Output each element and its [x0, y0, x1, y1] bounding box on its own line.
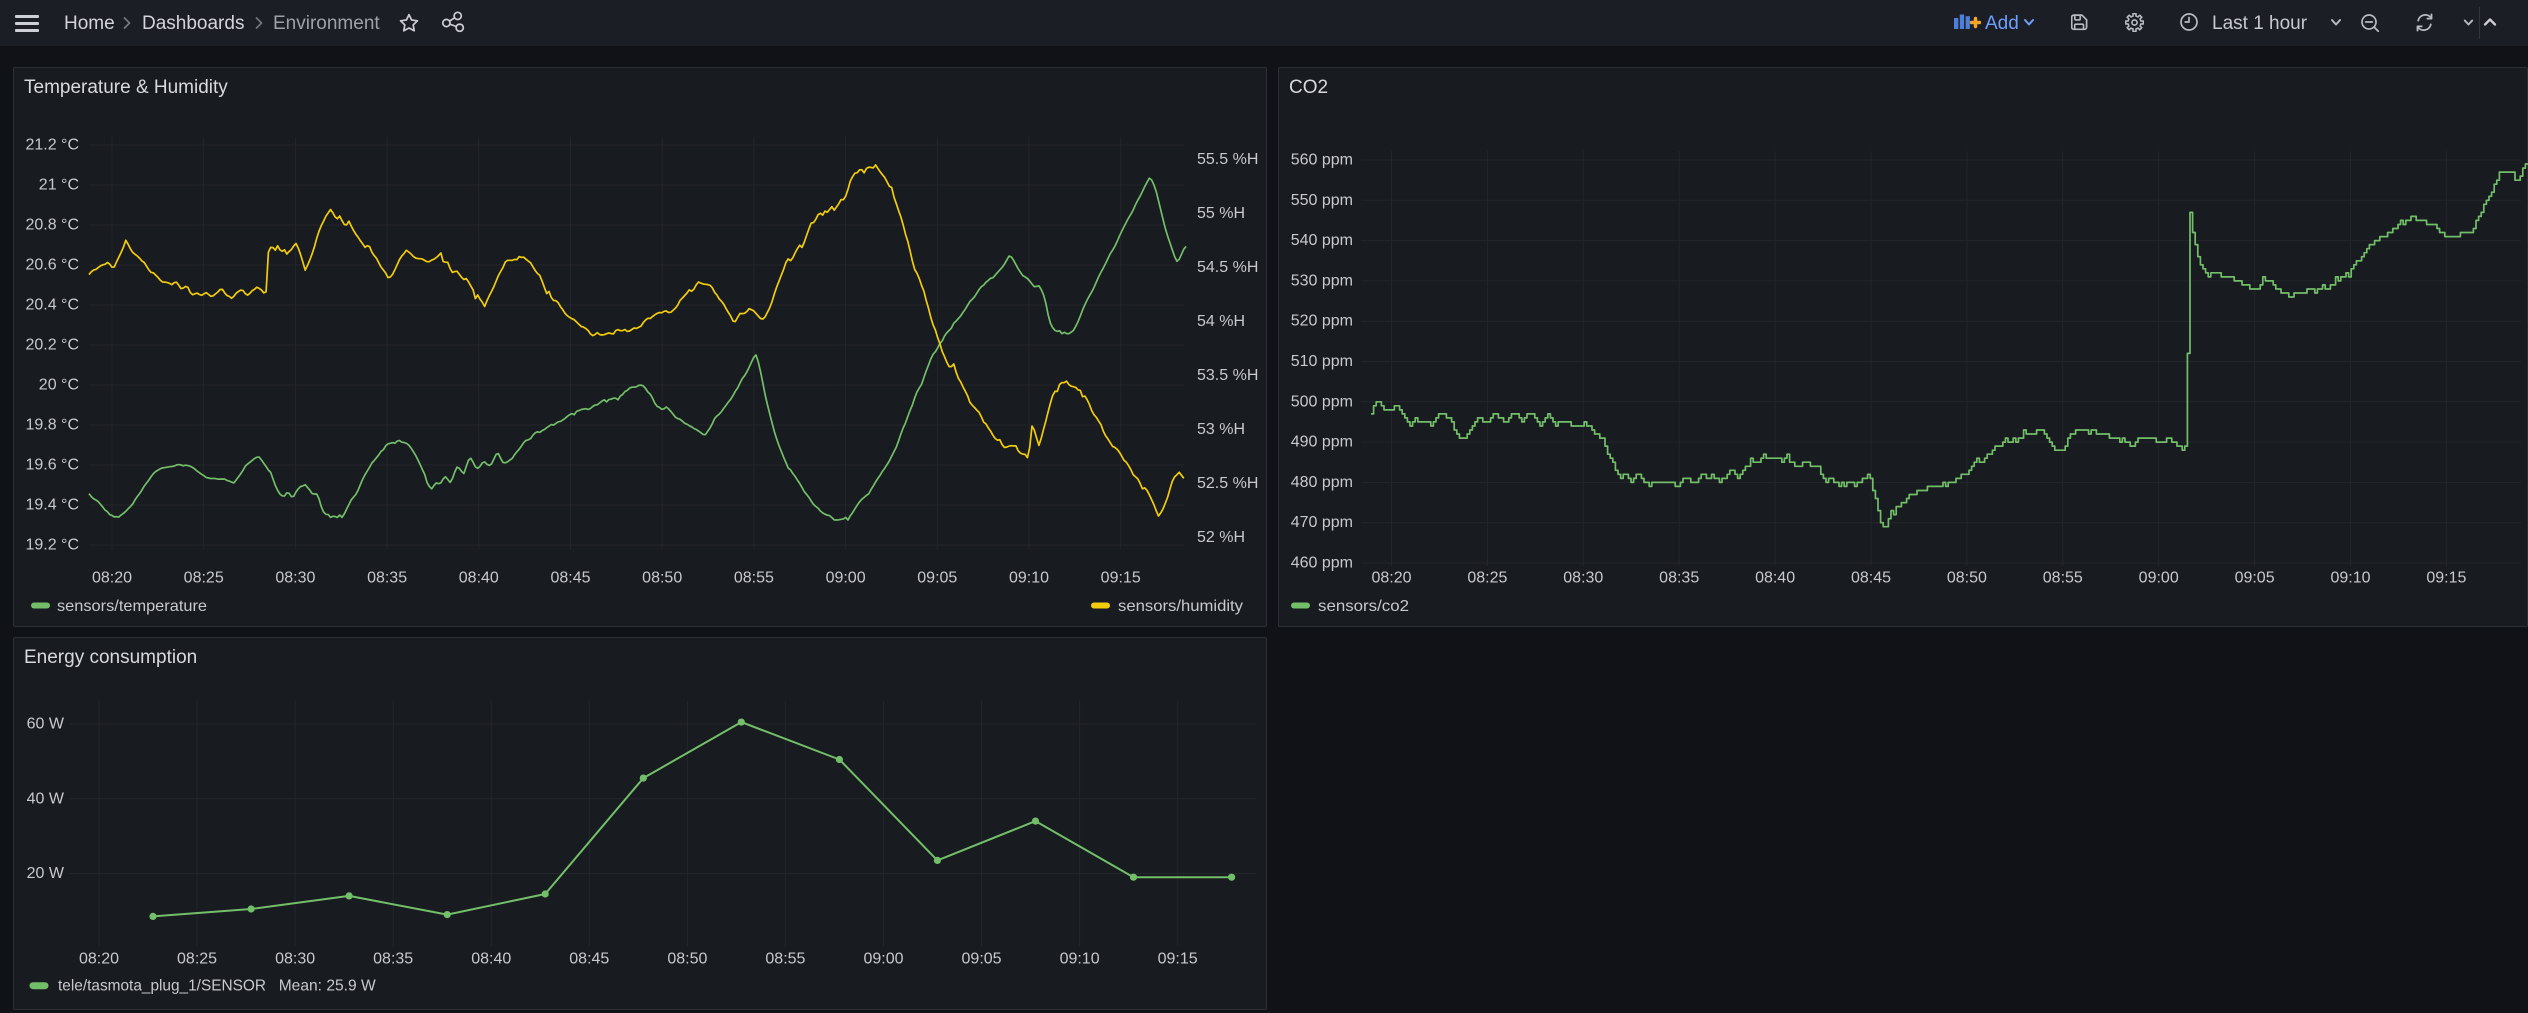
- svg-text:480 ppm: 480 ppm: [1291, 474, 1353, 491]
- svg-text:460 ppm: 460 ppm: [1291, 555, 1353, 572]
- svg-text:20.6 °C: 20.6 °C: [25, 257, 79, 274]
- svg-text:510 ppm: 510 ppm: [1291, 353, 1353, 370]
- svg-text:09:00: 09:00: [2139, 570, 2179, 587]
- svg-text:08:35: 08:35: [367, 570, 407, 587]
- svg-text:09:05: 09:05: [2235, 570, 2275, 587]
- svg-text:08:45: 08:45: [569, 951, 609, 968]
- svg-text:09:15: 09:15: [1101, 570, 1141, 587]
- svg-text:20.4 °C: 20.4 °C: [25, 297, 79, 314]
- svg-text:08:25: 08:25: [184, 570, 224, 587]
- svg-text:52.5 %H: 52.5 %H: [1197, 475, 1258, 492]
- svg-text:09:05: 09:05: [917, 570, 957, 587]
- svg-text:20.2 °C: 20.2 °C: [25, 337, 79, 354]
- svg-text:08:20: 08:20: [92, 570, 132, 587]
- svg-text:19.4 °C: 19.4 °C: [25, 497, 79, 514]
- svg-text:21.2 °C: 21.2 °C: [25, 137, 79, 154]
- svg-text:08:50: 08:50: [667, 951, 707, 968]
- svg-text:21 °C: 21 °C: [39, 177, 79, 194]
- svg-text:53 %H: 53 %H: [1197, 421, 1245, 438]
- svg-text:520 ppm: 520 ppm: [1291, 313, 1353, 330]
- svg-text:60 W: 60 W: [27, 716, 65, 733]
- svg-text:52 %H: 52 %H: [1197, 529, 1245, 546]
- svg-text:08:45: 08:45: [550, 570, 590, 587]
- svg-text:08:30: 08:30: [1563, 570, 1603, 587]
- svg-text:490 ppm: 490 ppm: [1291, 434, 1353, 451]
- svg-text:08:30: 08:30: [275, 570, 315, 587]
- svg-text:08:55: 08:55: [734, 570, 774, 587]
- svg-text:09:10: 09:10: [2330, 570, 2370, 587]
- svg-text:08:50: 08:50: [1947, 570, 1987, 587]
- svg-text:540 ppm: 540 ppm: [1291, 232, 1353, 249]
- svg-text:09:05: 09:05: [962, 951, 1002, 968]
- svg-text:09:10: 09:10: [1060, 951, 1100, 968]
- svg-text:09:00: 09:00: [863, 951, 903, 968]
- svg-text:tele/tasmota_plug_1/SENSOR: tele/tasmota_plug_1/SENSOR: [58, 978, 266, 995]
- svg-text:20.8 °C: 20.8 °C: [25, 217, 79, 234]
- svg-text:54.5 %H: 54.5 %H: [1197, 259, 1258, 276]
- svg-text:53.5 %H: 53.5 %H: [1197, 367, 1258, 384]
- svg-text:08:35: 08:35: [1659, 570, 1699, 587]
- svg-text:08:25: 08:25: [1467, 570, 1507, 587]
- svg-text:sensors/co2: sensors/co2: [1318, 598, 1409, 615]
- svg-text:08:35: 08:35: [373, 951, 413, 968]
- svg-text:08:55: 08:55: [765, 951, 805, 968]
- svg-text:55 %H: 55 %H: [1197, 205, 1245, 222]
- svg-text:08:40: 08:40: [471, 951, 511, 968]
- svg-text:550 ppm: 550 ppm: [1291, 192, 1353, 209]
- svg-text:20 °C: 20 °C: [39, 377, 79, 394]
- svg-text:08:30: 08:30: [275, 951, 315, 968]
- svg-text:20 W: 20 W: [27, 865, 65, 882]
- svg-text:09:15: 09:15: [1158, 951, 1198, 968]
- svg-text:sensors/humidity: sensors/humidity: [1118, 598, 1243, 615]
- svg-text:560 ppm: 560 ppm: [1291, 152, 1353, 169]
- svg-text:500 ppm: 500 ppm: [1291, 393, 1353, 410]
- svg-text:08:40: 08:40: [1755, 570, 1795, 587]
- svg-text:Mean: 25.9 W: Mean: 25.9 W: [279, 978, 377, 995]
- svg-text:470 ppm: 470 ppm: [1291, 514, 1353, 531]
- svg-text:19.2 °C: 19.2 °C: [25, 537, 79, 554]
- svg-text:530 ppm: 530 ppm: [1291, 272, 1353, 289]
- svg-text:08:20: 08:20: [79, 951, 119, 968]
- svg-text:19.6 °C: 19.6 °C: [25, 457, 79, 474]
- svg-text:40 W: 40 W: [27, 790, 65, 807]
- svg-text:08:20: 08:20: [1371, 570, 1411, 587]
- svg-text:08:55: 08:55: [2043, 570, 2083, 587]
- svg-text:08:50: 08:50: [642, 570, 682, 587]
- svg-text:09:10: 09:10: [1009, 570, 1049, 587]
- svg-text:09:00: 09:00: [826, 570, 866, 587]
- svg-text:sensors/temperature: sensors/temperature: [57, 598, 207, 615]
- svg-text:55.5 %H: 55.5 %H: [1197, 151, 1258, 168]
- svg-text:54 %H: 54 %H: [1197, 313, 1245, 330]
- svg-text:08:45: 08:45: [1851, 570, 1891, 587]
- svg-text:08:40: 08:40: [459, 570, 499, 587]
- svg-text:08:25: 08:25: [177, 951, 217, 968]
- svg-text:19.8 °C: 19.8 °C: [25, 417, 79, 434]
- svg-text:09:15: 09:15: [2426, 570, 2466, 587]
